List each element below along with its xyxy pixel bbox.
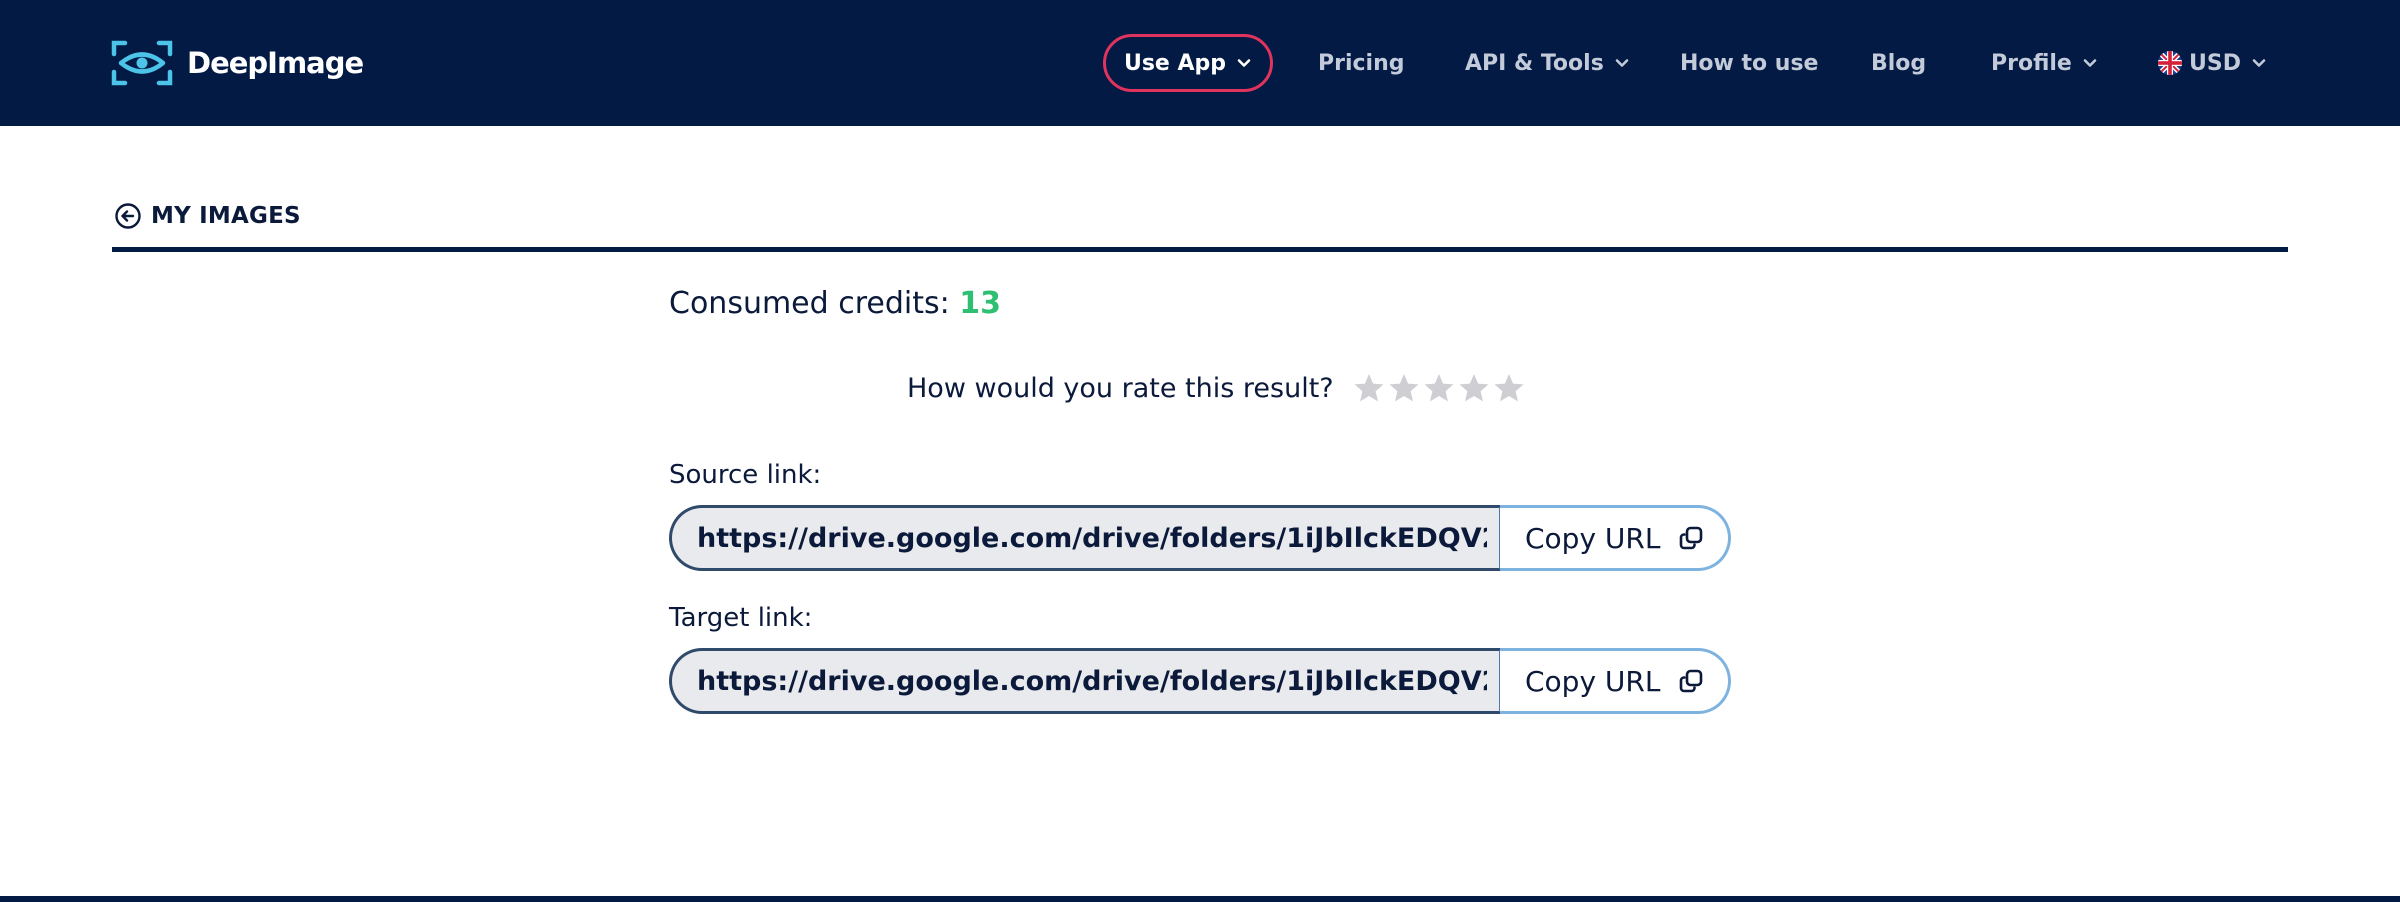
target-url-text: https://drive.google.com/drive/folders/1…	[697, 665, 1487, 697]
nav-pricing-link[interactable]: Pricing	[1318, 34, 1405, 92]
nav-api-tools-dropdown[interactable]: API & Tools	[1465, 34, 1630, 92]
back-link-label: MY IMAGES	[151, 203, 301, 229]
footer-edge	[0, 896, 2400, 902]
rating-star-4[interactable]	[1457, 371, 1491, 405]
copy-source-url-label: Copy URL	[1525, 521, 1661, 555]
consumed-credits-value: 13	[959, 286, 1002, 321]
copy-target-url-label: Copy URL	[1525, 664, 1661, 698]
copy-icon	[1680, 669, 1703, 693]
nav-currency-dropdown[interactable]: USD	[2157, 34, 2267, 92]
target-url-field[interactable]: https://drive.google.com/drive/folders/1…	[669, 648, 1502, 714]
nav-pricing-label: Pricing	[1318, 50, 1405, 76]
target-link-label: Target link:	[669, 603, 813, 633]
nav-currency-label: USD	[2189, 50, 2241, 76]
logo[interactable]: DeepImage	[111, 40, 364, 86]
chevron-down-icon	[1615, 59, 1629, 67]
back-to-my-images-link[interactable]: MY IMAGES	[114, 199, 301, 233]
nav-profile-dropdown[interactable]: Profile	[1991, 34, 2098, 92]
uk-flag-icon	[2158, 51, 2182, 75]
copy-source-url-button[interactable]: Copy URL	[1500, 505, 1731, 571]
chevron-down-icon	[2252, 59, 2266, 67]
copy-icon	[1680, 526, 1703, 550]
nav-how-to-use-link[interactable]: How to use	[1680, 34, 1818, 92]
nav-api-tools-label: API & Tools	[1465, 50, 1604, 76]
consumed-credits-label: Consumed credits:	[669, 286, 950, 321]
chevron-down-icon	[2083, 59, 2097, 67]
copy-target-url-button[interactable]: Copy URL	[1500, 648, 1731, 714]
nav-use-app-button[interactable]: Use App	[1103, 34, 1273, 92]
logo-text: DeepImage	[187, 46, 364, 80]
source-link-row: https://drive.google.com/drive/folders/1…	[669, 505, 1731, 571]
target-link-row: https://drive.google.com/drive/folders/1…	[669, 648, 1731, 714]
nav-how-to-use-label: How to use	[1680, 50, 1819, 76]
source-url-field[interactable]: https://drive.google.com/drive/folders/1…	[669, 505, 1502, 571]
nav-use-app-label: Use App	[1123, 50, 1227, 76]
rating-star-1[interactable]	[1352, 371, 1386, 405]
rating-star-5[interactable]	[1492, 371, 1526, 405]
nav-profile-label: Profile	[1991, 50, 2072, 76]
nav-blog-label: Blog	[1871, 50, 1927, 76]
source-url-text: https://drive.google.com/drive/folders/1…	[697, 522, 1487, 554]
deepimage-logo-icon	[111, 40, 173, 86]
arrow-left-circle-icon	[115, 203, 141, 229]
section-divider	[112, 247, 2288, 252]
nav-blog-link[interactable]: Blog	[1871, 34, 1926, 92]
top-navbar: DeepImage Use App Pricing API & Tools Ho…	[0, 0, 2400, 126]
consumed-credits: Consumed credits: 13	[669, 286, 1001, 321]
chevron-down-icon	[1237, 59, 1251, 67]
rating-question: How would you rate this result?	[907, 372, 1334, 404]
source-link-label: Source link:	[669, 460, 822, 490]
rating-star-3[interactable]	[1422, 371, 1456, 405]
rating-star-2[interactable]	[1387, 371, 1421, 405]
rating-widget: How would you rate this result?	[907, 364, 1527, 412]
